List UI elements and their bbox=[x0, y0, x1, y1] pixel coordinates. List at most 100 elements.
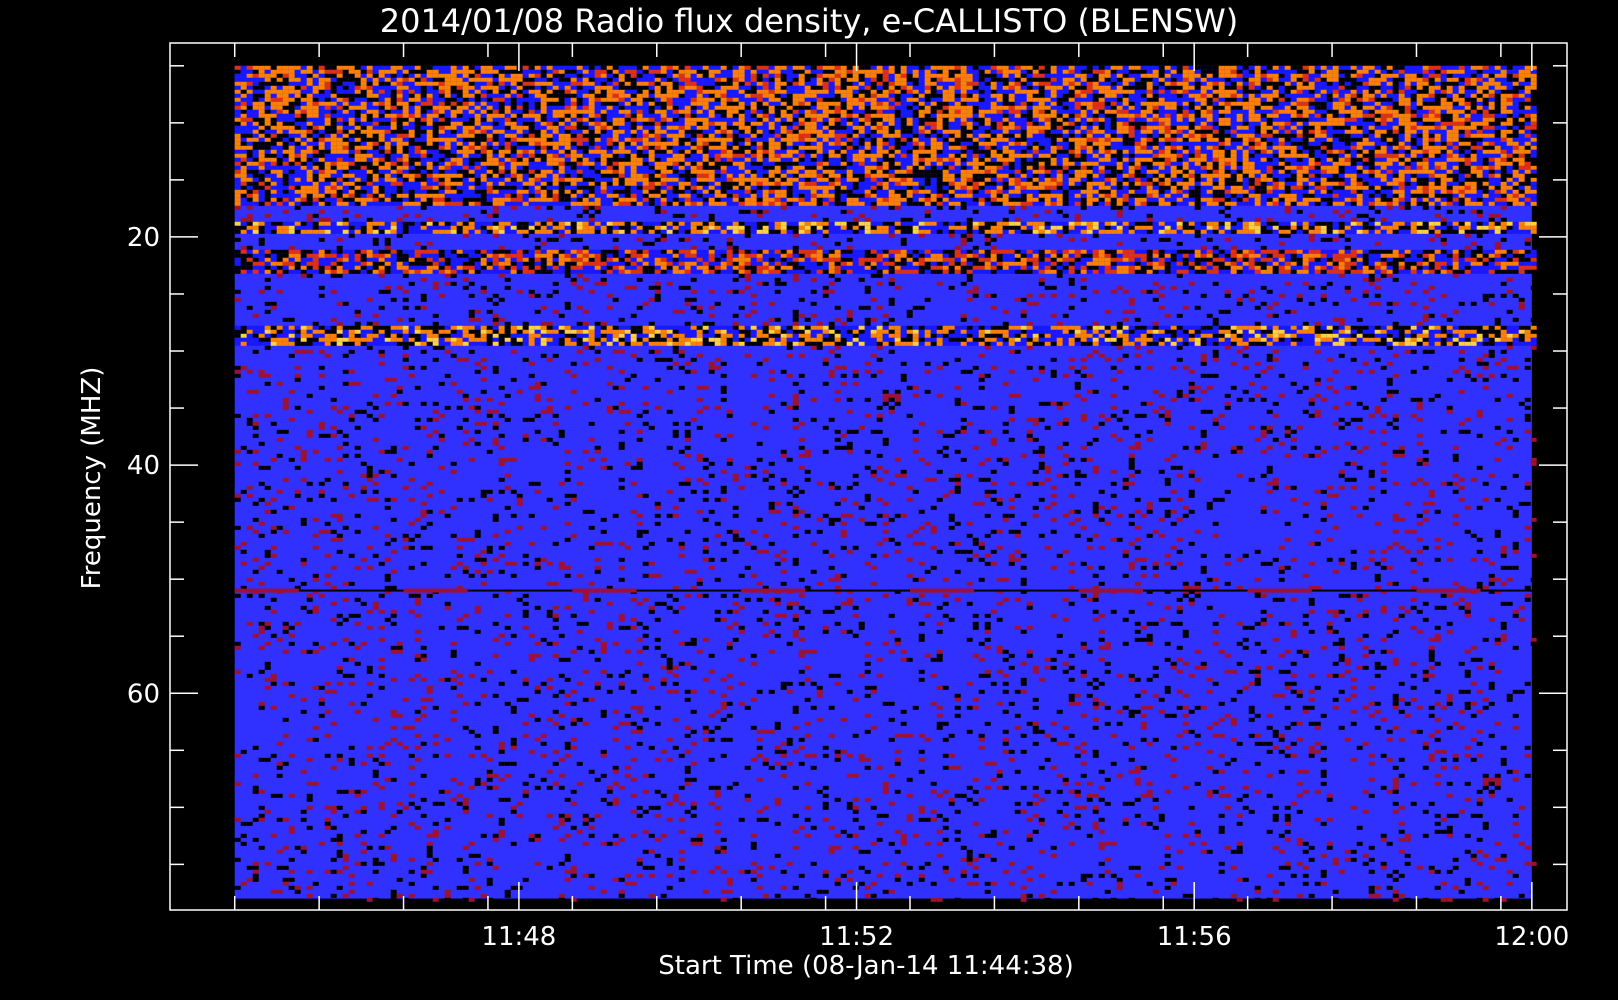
heatmap-cell bbox=[1470, 141, 1477, 146]
heatmap-cell bbox=[1380, 89, 1387, 94]
heatmap-cell bbox=[924, 137, 931, 142]
heatmap-cell bbox=[918, 85, 925, 90]
heatmap-cell bbox=[300, 125, 307, 130]
heatmap-cell bbox=[1512, 85, 1519, 90]
heatmap-cell bbox=[564, 93, 571, 98]
heatmap-cell bbox=[750, 137, 757, 142]
heatmap-cell bbox=[702, 109, 709, 114]
heatmap-cell bbox=[1080, 117, 1087, 122]
heatmap-cell bbox=[816, 133, 823, 138]
heatmap-cell bbox=[1386, 93, 1393, 98]
heatmap-cell bbox=[1152, 141, 1159, 146]
heatmap-cell bbox=[282, 81, 289, 86]
heatmap-cell bbox=[894, 133, 901, 138]
heatmap-cell bbox=[618, 89, 625, 94]
heatmap-cell bbox=[528, 105, 535, 110]
heatmap-cell bbox=[858, 153, 865, 158]
heatmap-cell bbox=[246, 85, 253, 90]
heatmap-cell bbox=[648, 93, 655, 98]
heatmap-cell bbox=[1200, 69, 1207, 74]
heatmap-cell bbox=[1074, 117, 1081, 122]
heatmap-cell bbox=[342, 149, 349, 154]
heatmap-cell bbox=[960, 81, 967, 86]
heatmap-cell bbox=[372, 129, 379, 134]
heatmap-cell bbox=[384, 113, 391, 118]
heatmap-cell bbox=[936, 153, 943, 158]
heatmap-cell bbox=[270, 101, 277, 106]
heatmap-cell bbox=[1398, 77, 1405, 82]
heatmap-cell bbox=[690, 125, 697, 130]
heatmap-cell bbox=[1368, 105, 1375, 110]
heatmap-cell bbox=[1476, 109, 1483, 114]
heatmap-cell bbox=[1524, 137, 1531, 142]
heatmap-cell bbox=[1380, 117, 1387, 122]
heatmap-cell bbox=[900, 149, 907, 154]
heatmap-cell bbox=[648, 85, 655, 90]
heatmap-cell bbox=[954, 117, 961, 122]
heatmap-cell bbox=[282, 133, 289, 138]
heatmap-cell bbox=[516, 65, 523, 70]
heatmap-cell bbox=[552, 137, 559, 142]
heatmap-cell bbox=[1404, 117, 1411, 122]
heatmap-cell bbox=[342, 145, 349, 150]
heatmap-cell bbox=[1176, 113, 1183, 118]
heatmap-cell bbox=[1032, 113, 1039, 118]
heatmap-cell bbox=[396, 121, 403, 126]
heatmap-cell bbox=[630, 65, 637, 70]
heatmap-cell bbox=[708, 133, 715, 138]
heatmap-cell bbox=[888, 89, 895, 94]
heatmap-cell bbox=[1002, 109, 1009, 114]
heatmap-cell bbox=[804, 141, 811, 146]
heatmap-cell bbox=[720, 121, 727, 126]
heatmap-cell bbox=[1374, 77, 1381, 82]
heatmap-cell bbox=[720, 93, 727, 98]
heatmap-cell bbox=[1500, 125, 1507, 130]
heatmap-cell bbox=[732, 149, 739, 154]
heatmap-cell bbox=[1146, 85, 1153, 90]
heatmap-cell bbox=[738, 101, 745, 106]
heatmap-cell bbox=[1422, 121, 1429, 126]
heatmap-cell bbox=[930, 73, 937, 78]
heatmap-cell bbox=[468, 89, 475, 94]
heatmap-cell bbox=[966, 101, 973, 106]
heatmap-cell bbox=[354, 149, 361, 154]
heatmap-cell bbox=[1128, 89, 1135, 94]
heatmap-cell bbox=[1470, 117, 1477, 122]
heatmap-cell bbox=[444, 65, 451, 70]
heatmap-cell bbox=[396, 93, 403, 98]
heatmap-cell bbox=[810, 141, 817, 146]
heatmap-cell bbox=[1248, 133, 1255, 138]
heatmap-cell bbox=[1464, 117, 1471, 122]
heatmap-cell bbox=[1110, 89, 1117, 94]
heatmap-cell bbox=[1128, 69, 1135, 74]
heatmap-cell bbox=[1428, 101, 1435, 106]
heatmap-cell bbox=[834, 89, 841, 94]
heatmap-cell bbox=[318, 81, 325, 86]
heatmap-cell bbox=[804, 133, 811, 138]
heatmap-cell bbox=[1434, 129, 1441, 134]
heatmap-cell bbox=[1440, 153, 1447, 158]
heatmap-cell bbox=[1086, 73, 1093, 78]
heatmap-cell bbox=[654, 149, 661, 154]
heatmap-cell bbox=[1506, 137, 1513, 142]
heatmap-cell bbox=[846, 77, 853, 82]
heatmap-cell bbox=[360, 145, 367, 150]
heatmap-cell bbox=[942, 153, 949, 158]
heatmap-cell bbox=[738, 93, 745, 98]
heatmap-cell bbox=[1332, 117, 1339, 122]
heatmap-cell bbox=[678, 145, 685, 150]
heatmap-cell bbox=[786, 153, 793, 158]
heatmap-cell bbox=[1020, 81, 1027, 86]
heatmap-cell bbox=[1506, 113, 1513, 118]
heatmap-cell bbox=[1422, 89, 1429, 94]
heatmap-cell bbox=[1500, 149, 1507, 154]
heatmap-cell bbox=[1344, 153, 1351, 158]
heatmap-cell bbox=[282, 73, 289, 78]
heatmap-cell bbox=[720, 149, 727, 154]
heatmap-cell bbox=[1290, 121, 1297, 126]
heatmap-cell bbox=[1374, 93, 1381, 98]
heatmap-cell bbox=[318, 105, 325, 110]
heatmap-cell bbox=[240, 149, 247, 154]
heatmap-cell bbox=[1146, 149, 1153, 154]
heatmap-cell bbox=[1230, 153, 1237, 158]
